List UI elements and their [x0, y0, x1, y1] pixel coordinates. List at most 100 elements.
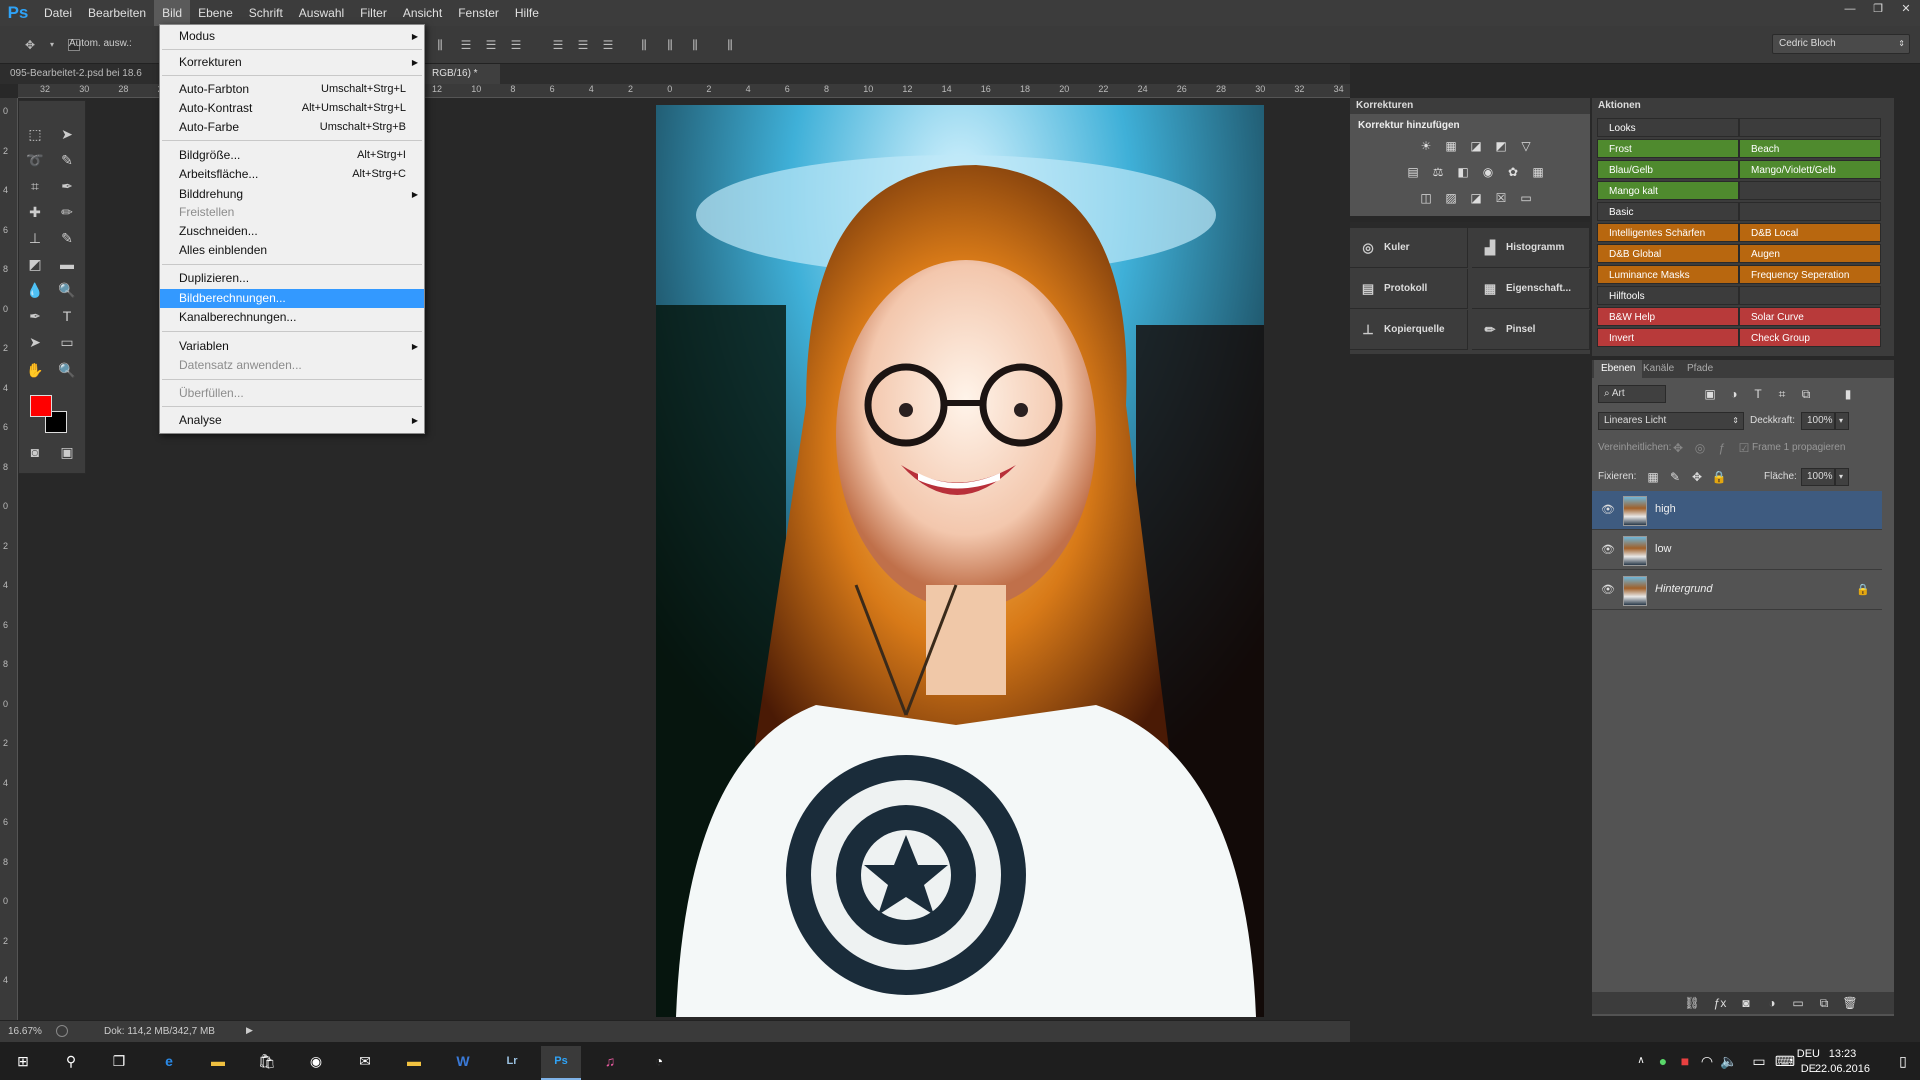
blur-tool-icon[interactable]: 💧 — [23, 279, 47, 301]
quick-mask-icon[interactable]: ◙ — [23, 441, 47, 463]
menu-item-modus[interactable]: Modus ▶ — [160, 27, 424, 46]
move-tool-icon[interactable]: ✥ — [22, 37, 38, 53]
eye-icon[interactable]: 👁 — [1601, 543, 1615, 557]
pinsel-panel-button[interactable]: ✏ Pinsel — [1472, 310, 1590, 350]
app-icon[interactable]: ✉ — [354, 1050, 376, 1072]
distribute-top-icon[interactable]: ☰ — [550, 37, 566, 53]
menu-auswahl[interactable]: Auswahl — [291, 0, 352, 26]
tab-kanaele[interactable]: Kanäle — [1636, 360, 1681, 378]
photoshop-taskbar-button[interactable]: Ps — [541, 1046, 581, 1080]
dodge-tool-icon[interactable]: 🔍 — [55, 279, 79, 301]
zoom-tool-icon[interactable]: 🔍 — [55, 359, 79, 381]
menu-item-alles-einblenden[interactable]: Alles einblenden — [160, 241, 424, 260]
clock[interactable]: 13:23 22.06.2016 — [1815, 1047, 1870, 1077]
layer-style-icon[interactable]: ƒx — [1712, 995, 1728, 1011]
auto-align-icon[interactable]: ⫼ — [722, 37, 738, 53]
windows-start-icon[interactable]: ⊞ — [12, 1050, 34, 1072]
eye-icon[interactable]: 👁 — [1601, 503, 1615, 517]
chevron-up-icon[interactable]: ∧ — [1630, 1050, 1652, 1072]
layer-filter-select[interactable]: ⌕ Art — [1598, 385, 1666, 403]
adjustment-filter-icon[interactable]: ◑ — [1726, 386, 1742, 402]
threshold-icon[interactable]: ◪ — [1468, 190, 1484, 206]
clone-stamp-icon[interactable]: ⊥ — [23, 227, 47, 249]
action-button[interactable]: Augen — [1739, 244, 1881, 263]
distribute-bottom-icon[interactable]: ☰ — [600, 37, 616, 53]
menu-ansicht[interactable]: Ansicht — [395, 0, 450, 26]
action-button[interactable]: Invert — [1597, 328, 1739, 347]
menu-hilfe[interactable]: Hilfe — [507, 0, 547, 26]
action-button[interactable]: Luminance Masks — [1597, 265, 1739, 284]
propagate-checkbox[interactable]: ☑ — [1736, 440, 1752, 456]
exposure-icon[interactable]: ◩ — [1493, 138, 1509, 154]
lock-position-icon[interactable]: ✥ — [1689, 469, 1705, 485]
crop-tool-icon[interactable]: ⌗ — [23, 175, 47, 197]
distribute-left-icon[interactable]: ⫼ — [636, 37, 652, 53]
word-icon[interactable]: W — [452, 1050, 474, 1072]
menu-bild[interactable]: Bild — [154, 0, 191, 26]
aktionen-panel-title[interactable]: Aktionen — [1592, 98, 1894, 114]
lock-transparent-icon[interactable]: ▦ — [1645, 469, 1661, 485]
tray-icon[interactable]: ● — [1652, 1050, 1674, 1072]
menu-item-auto-farbe[interactable]: Auto-Farbe Umschalt+Strg+B — [160, 118, 424, 137]
history-brush-icon[interactable]: ✎ — [55, 227, 79, 249]
tray-icon[interactable]: ■ — [1674, 1050, 1696, 1072]
steam-icon[interactable]: ◉ — [305, 1050, 327, 1072]
photo-filter-icon[interactable]: ◉ — [1480, 164, 1496, 180]
foreground-color-swatch[interactable] — [30, 395, 52, 417]
menu-item-analyse[interactable]: Analyse ▶ — [160, 411, 424, 430]
link-layers-icon[interactable]: ⛓ — [1684, 995, 1700, 1011]
unify-position-icon[interactable]: ✥ — [1670, 440, 1686, 456]
store-icon[interactable]: 🛍 — [256, 1050, 278, 1072]
color-balance-icon[interactable]: ⚖ — [1430, 164, 1446, 180]
channel-mixer-icon[interactable]: ✿ — [1505, 164, 1521, 180]
opacity-input[interactable]: 100% — [1801, 412, 1835, 430]
distribute-hcenter-icon[interactable]: ⫼ — [662, 37, 678, 53]
brightness-icon[interactable]: ☀ — [1418, 138, 1434, 154]
menu-item-duplizieren[interactable]: Duplizieren... — [160, 269, 424, 288]
action-button[interactable]: D&B Global — [1597, 244, 1739, 263]
kuler-panel-button[interactable]: ◎ Kuler — [1350, 228, 1468, 268]
align-top-icon[interactable]: ⫼ — [432, 37, 448, 53]
shape-filter-icon[interactable]: ⌗ — [1774, 386, 1790, 402]
lightroom-icon[interactable]: Lr — [501, 1050, 523, 1072]
action-button[interactable]: Beach — [1739, 139, 1881, 158]
levels-icon[interactable]: ▦ — [1443, 138, 1459, 154]
layer-row-low[interactable]: 👁 low — [1592, 531, 1882, 570]
action-button[interactable]: Frost — [1597, 139, 1739, 158]
action-button[interactable]: Mango kalt — [1597, 181, 1739, 200]
filter-toggle-icon[interactable]: ▮ — [1840, 386, 1856, 402]
close-icon[interactable]: ✕ — [1892, 0, 1920, 18]
new-layer-icon[interactable]: ⧉ — [1816, 995, 1832, 1011]
folder-icon[interactable]: ▬ — [403, 1050, 425, 1072]
move-tool-icon[interactable]: ➤ — [55, 123, 79, 145]
zoom-level[interactable]: 16.67% — [8, 1026, 42, 1037]
type-tool-icon[interactable]: T — [55, 305, 79, 327]
menu-item-arbeitsflaeche[interactable]: Arbeitsfläche... Alt+Strg+C — [160, 165, 424, 184]
notification-icon[interactable]: ▭ — [1748, 1050, 1770, 1072]
chevron-down-icon[interactable]: ▾ — [44, 37, 60, 53]
workspace-user-select[interactable]: Cedric Bloch ⇕ — [1772, 34, 1910, 54]
keyboard-icon[interactable]: ⌨ — [1774, 1050, 1796, 1072]
minimize-icon[interactable]: — — [1836, 0, 1864, 18]
brush-tool-icon[interactable]: ✏ — [55, 201, 79, 223]
menu-filter[interactable]: Filter — [352, 0, 395, 26]
add-mask-icon[interactable]: ◙ — [1738, 995, 1754, 1011]
menu-item-bildberechnungen[interactable]: Bildberechnungen... — [160, 289, 424, 308]
eye-icon[interactable]: 👁 — [1601, 583, 1615, 597]
curves-icon[interactable]: ◪ — [1468, 138, 1484, 154]
notification-center-icon[interactable]: ▯ — [1892, 1050, 1914, 1072]
new-group-icon[interactable]: ▭ — [1790, 995, 1806, 1011]
healing-brush-icon[interactable]: ✚ — [23, 201, 47, 223]
menu-schrift[interactable]: Schrift — [241, 0, 291, 26]
action-button[interactable]: Check Group — [1739, 328, 1881, 347]
action-button[interactable]: Looks — [1597, 118, 1739, 137]
layer-row-high[interactable]: 👁 high — [1592, 491, 1882, 530]
invert-icon[interactable]: ◫ — [1418, 190, 1434, 206]
eyedropper-tool-icon[interactable]: ✒ — [55, 175, 79, 197]
tab-pfade[interactable]: Pfade — [1680, 360, 1720, 378]
file-explorer-icon[interactable]: ▬ — [207, 1050, 229, 1072]
action-button[interactable]: Intelligentes Schärfen — [1597, 223, 1739, 242]
trash-icon[interactable]: 🗑 — [1842, 995, 1858, 1011]
menu-item-zuschneiden[interactable]: Zuschneiden... — [160, 222, 424, 241]
pen-tool-icon[interactable]: ✒ — [23, 305, 47, 327]
